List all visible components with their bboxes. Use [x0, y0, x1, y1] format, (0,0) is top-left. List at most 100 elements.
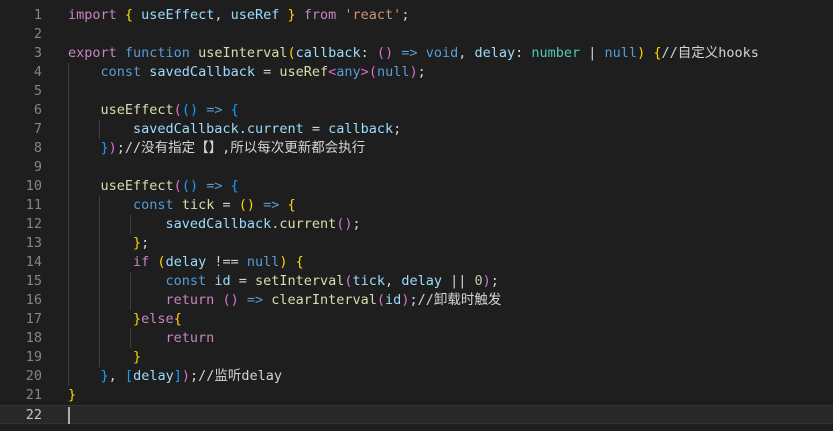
line-number: 21 [25, 387, 42, 403]
code-line[interactable]: 19 } [0, 348, 833, 367]
code-token: ; [393, 121, 402, 137]
code-token: return [165, 292, 223, 308]
code-line[interactable]: 20 }, [delay]);//监听delay [0, 367, 833, 386]
line-content: export function useInterval(callback: ()… [68, 44, 759, 63]
code-line[interactable]: 7 savedCallback.current = callback; [0, 120, 833, 139]
code-token: export [68, 45, 125, 61]
code-token: } [68, 387, 77, 403]
code-token: , [458, 45, 475, 61]
line-content: });//没有指定【】,所以每次更新都会执行 [68, 139, 366, 158]
code-token: useInterval [198, 45, 288, 61]
code-token: else [141, 311, 174, 327]
line-content: }, [delay]);//监听delay [68, 367, 283, 386]
line-number: 11 [25, 197, 42, 213]
code-line[interactable]: 2 [0, 25, 833, 44]
code-token: delay [133, 368, 174, 384]
line-number: 13 [25, 235, 42, 251]
code-token: import [68, 7, 125, 23]
code-line[interactable]: 13 }; [0, 234, 833, 253]
code-line[interactable]: 3 export function useInterval(callback: (… [0, 44, 833, 63]
code-line[interactable]: 9 [0, 158, 833, 177]
code-line[interactable]: 15 const id = setInterval(tick, delay ||… [0, 272, 833, 291]
code-token: , [385, 273, 402, 289]
line-content: return [68, 329, 215, 348]
code-token: ) [482, 273, 491, 289]
code-token: useRef [230, 7, 280, 23]
code-token: [ [124, 368, 134, 384]
code-token: = [254, 64, 280, 80]
code-token: : [515, 45, 532, 61]
code-token: const [133, 197, 182, 213]
line-content: const id = setInterval(tick, delay || 0)… [68, 272, 499, 291]
line-content: useEffect(() => { [68, 177, 239, 196]
code-token: ( [344, 273, 353, 289]
code-token: const [165, 273, 215, 289]
code-line[interactable]: 18 return [0, 329, 833, 348]
code-token: null [246, 254, 280, 270]
code-line[interactable]: 16 return () => clearInterval(id);//卸载时触… [0, 291, 833, 310]
code-token: { [230, 102, 239, 118]
line-number: 20 [25, 368, 42, 384]
line-number: 10 [25, 178, 42, 194]
code-line[interactable]: 6 useEffect(() => { [0, 101, 833, 120]
code-token: clearInterval [271, 292, 377, 308]
line-content: import { useEffect, useRef } from 'react… [68, 6, 409, 25]
code-line[interactable]: 10 useEffect(() => { [0, 177, 833, 196]
code-token: => [198, 102, 231, 118]
code-line[interactable]: 5 [0, 82, 833, 101]
code-token: . [238, 121, 247, 137]
text-cursor [68, 407, 70, 424]
line-content: }; [68, 234, 149, 253]
code-editor[interactable]: 1 import { useEffect, useRef } from 'reac… [0, 0, 833, 431]
code-token: => [238, 292, 272, 308]
code-token: ;//没有指定【】,所以每次更新都会执行 [116, 140, 366, 156]
line-number: 17 [25, 311, 42, 327]
code-line[interactable]: 11 const tick = () => { [0, 196, 833, 215]
code-token: return [165, 330, 215, 346]
code-token: } [279, 7, 304, 23]
code-token: any [336, 64, 361, 80]
code-token: = [303, 121, 329, 137]
code-token: () [376, 45, 394, 61]
code-token: ) [409, 64, 418, 80]
code-line[interactable]: 1 import { useEffect, useRef } from 'reac… [0, 6, 833, 25]
code-token: ( [173, 102, 182, 118]
code-token: () [222, 292, 239, 308]
code-token: ) [637, 45, 646, 61]
line-number: 6 [33, 102, 42, 118]
line-number: 15 [25, 273, 42, 289]
line-number: 19 [25, 349, 42, 365]
line-number: 18 [25, 330, 42, 346]
line-number: 12 [25, 216, 42, 232]
code-token: , [108, 368, 125, 384]
code-line[interactable]: 17 }else{ [0, 310, 833, 329]
code-token: { [295, 254, 304, 270]
code-token: = [230, 273, 255, 289]
code-line[interactable]: 14 if (delay !== null) { [0, 253, 833, 272]
code-token: ( [368, 64, 377, 80]
code-token: = [214, 197, 239, 213]
code-token: null [376, 64, 410, 80]
code-token: } [133, 311, 142, 327]
code-line[interactable]: 12 savedCallback.current(); [0, 215, 833, 234]
code-area[interactable]: 1 import { useEffect, useRef } from 'reac… [0, 6, 833, 424]
code-line[interactable]: 8 });//没有指定【】,所以每次更新都会执行 [0, 139, 833, 158]
code-token: current [279, 216, 337, 232]
code-token: ; [141, 235, 150, 251]
line-content: useEffect(() => { [68, 101, 239, 120]
code-line[interactable]: 22 [0, 405, 833, 424]
line-number: 3 [33, 45, 42, 61]
code-token: number [531, 45, 581, 61]
code-line[interactable]: 21} [0, 386, 833, 405]
code-line[interactable]: 4 const savedCallback = useRef<any>(null… [0, 63, 833, 82]
code-token: ; [401, 7, 410, 23]
code-token: !== [206, 254, 247, 270]
code-token: callback [328, 121, 394, 137]
code-token: tick [352, 273, 386, 289]
code-token: callback [295, 45, 361, 61]
code-token: current [246, 121, 304, 137]
code-token: if [133, 254, 158, 270]
